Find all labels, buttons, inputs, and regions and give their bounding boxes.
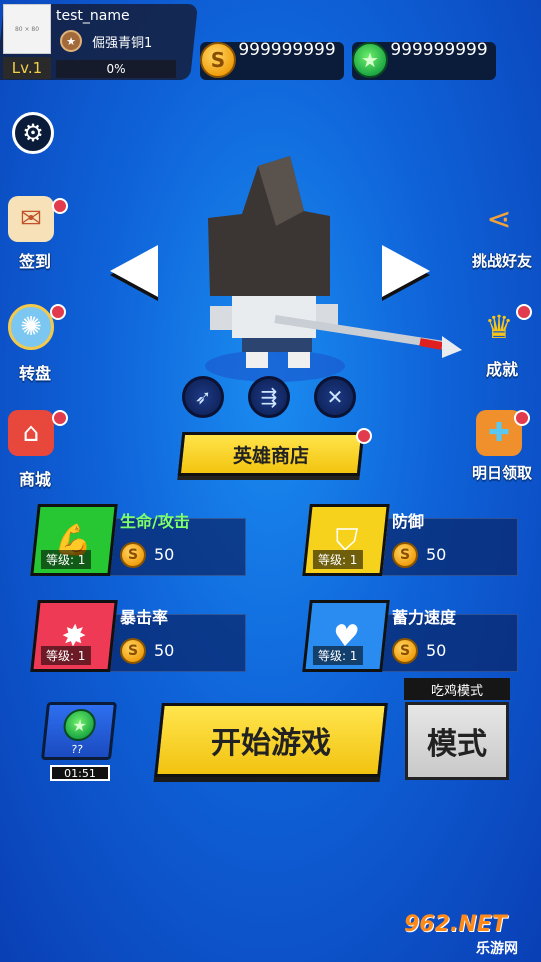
upgrade-charge-speed[interactable]: ♥ 等级: 1 蓄力速度 S 50 <box>302 600 518 674</box>
upgrade-level: 等级: 1 <box>40 646 91 665</box>
share-icon: ⋖ <box>486 201 512 237</box>
checkin-label: 签到 <box>18 252 51 271</box>
rank-name: 倔强青铜1 <box>92 36 153 51</box>
upgrade-level: 等级: 1 <box>312 550 363 569</box>
checkin-button[interactable]: ✉ <box>8 196 54 242</box>
coin-icon: S <box>392 542 418 568</box>
shop-icon: ⌂ <box>8 410 54 456</box>
coin-value: 999999999 <box>238 40 336 60</box>
mode-tag: 吃鸡模式 <box>404 678 510 700</box>
mode-label: 模式 <box>427 727 487 762</box>
checkin-icon: ✉ <box>8 196 54 242</box>
upgrade-title: 生命/攻击 <box>120 512 190 531</box>
achievement-notification-dot <box>516 304 532 320</box>
wheel-button[interactable]: ✺ <box>8 304 54 350</box>
coin-icon: S <box>120 638 146 664</box>
player-level: Lv.1 <box>3 57 51 79</box>
wheel-icon: ✺ <box>8 304 54 350</box>
start-game-label: 开始游戏 <box>211 726 331 761</box>
upgrade-defense[interactable]: ⛉ 等级: 1 防御 S 50 <box>302 504 518 578</box>
upgrade-level: 等级: 1 <box>40 550 91 569</box>
wheel-notification-dot <box>50 304 66 320</box>
previous-hero-arrow[interactable] <box>110 245 158 297</box>
checkin-notification-dot <box>52 198 68 214</box>
muscle-icon: 💪 等级: 1 <box>30 504 118 576</box>
shield-icon: ⛉ 等级: 1 <box>302 504 390 576</box>
watermark-brand: 962.NET <box>404 912 507 937</box>
coin-icon: S <box>200 42 236 78</box>
skill-arrow-triple-icon[interactable]: ⇶ <box>248 376 290 418</box>
shop-button[interactable]: ⌂ <box>8 410 54 456</box>
hero-shop-label: 英雄商店 <box>232 444 309 467</box>
challenge-friends-button[interactable]: ⋖ <box>476 196 522 242</box>
tomorrow-notification-dot <box>514 410 530 426</box>
mode-button[interactable]: 模式 <box>405 702 509 780</box>
avatar[interactable]: 80 × 80 <box>3 4 51 54</box>
upgrade-cost: 50 <box>154 641 175 660</box>
coin-icon: S <box>392 638 418 664</box>
upgrade-level: 等级: 1 <box>312 646 363 665</box>
upgrade-cost: 50 <box>426 545 447 564</box>
heart-icon: ♥ 等级: 1 <box>302 600 390 672</box>
exp-bar: 0% <box>56 60 176 78</box>
upgrade-title: 暴击率 <box>120 608 169 627</box>
watermark-sub: 乐游网 <box>476 941 518 957</box>
wheel-label: 转盘 <box>18 364 51 383</box>
watermark-logo: 962.NET 乐游网 <box>404 912 538 958</box>
upgrade-cost: 50 <box>426 641 447 660</box>
gear-icon[interactable]: ⚙ <box>12 112 54 154</box>
gem-icon: ★ <box>352 42 388 78</box>
upgrade-title: 防御 <box>392 512 425 531</box>
chest-label: ?? <box>70 743 84 756</box>
hero-shop-notification-dot <box>356 428 372 444</box>
tomorrow-reward-label: 明日领取 <box>471 464 532 482</box>
player-name: test_name <box>56 8 130 24</box>
skill-arrow-cross-icon[interactable]: ✕ <box>314 376 356 418</box>
start-game-button[interactable]: 开始游戏 <box>154 703 388 777</box>
hero-character <box>205 156 462 382</box>
chest-timer: 01:51 <box>50 765 110 781</box>
coin-icon: S <box>120 542 146 568</box>
hero-shop-button[interactable]: 英雄商店 <box>177 432 365 476</box>
upgrade-crit-rate[interactable]: ✸ 等级: 1 暴击率 S 50 <box>30 600 246 674</box>
gem-icon: ★ <box>61 709 98 741</box>
shop-notification-dot <box>52 410 68 426</box>
explosion-icon: ✸ 等级: 1 <box>30 600 118 672</box>
skill-arrow-single-icon[interactable]: ➶ <box>182 376 224 418</box>
upgrade-cost: 50 <box>154 545 175 564</box>
gem-chest-card[interactable]: ★ ?? <box>40 702 118 760</box>
upgrade-title: 蓄力速度 <box>392 608 457 627</box>
gem-value: 999999999 <box>390 40 488 60</box>
shop-label: 商城 <box>18 470 51 489</box>
rank-icon: ★ <box>60 30 82 52</box>
upgrade-health-attack[interactable]: 💪 等级: 1 生命/攻击 S 50 <box>30 504 246 578</box>
